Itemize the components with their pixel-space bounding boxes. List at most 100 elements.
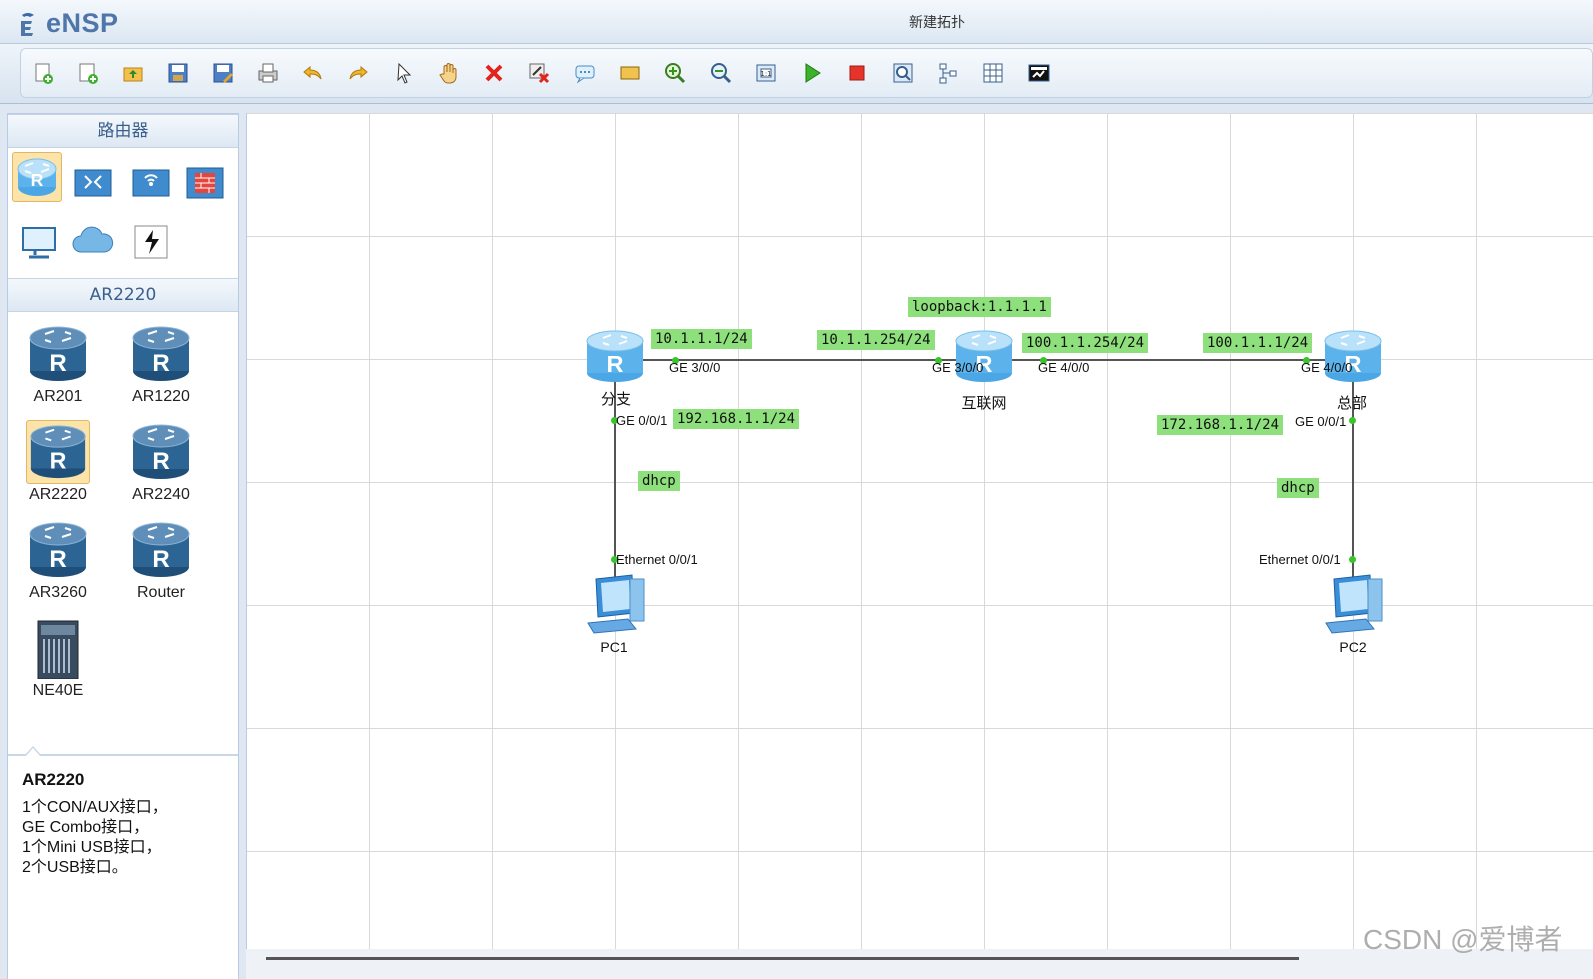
loopback-tag[interactable]: loopback:1.1.1.1 <box>908 297 1051 317</box>
pc-icon <box>1325 574 1383 634</box>
select-button[interactable] <box>390 59 418 87</box>
port-dot <box>1349 417 1356 424</box>
router-hq[interactable]: R <box>1322 328 1384 388</box>
device-item-router[interactable]: R Router <box>116 512 206 608</box>
console-icon <box>1028 64 1050 82</box>
node-label-hq: 总部 <box>1336 394 1368 412</box>
new-lab-button[interactable] <box>74 59 102 87</box>
save-icon <box>168 63 188 83</box>
comment-icon <box>575 65 595 84</box>
device-icon-box: R <box>129 322 193 386</box>
device-item-ne40e[interactable]: NE40E <box>13 610 103 706</box>
pc2[interactable] <box>1320 573 1386 641</box>
open-button[interactable] <box>119 59 147 87</box>
wireless-category-button[interactable] <box>126 156 176 206</box>
device-label: AR1220 <box>132 388 190 405</box>
delete-link-button[interactable] <box>525 59 553 87</box>
wireless-category-icon <box>132 169 170 197</box>
grid-button[interactable] <box>979 59 1007 87</box>
device-info-panel: AR2220 1个CON/AUX接口， GE Combo接口， 1个Mini U… <box>8 746 238 979</box>
device-item-ar1220[interactable]: R AR1220 <box>116 316 206 412</box>
switch-category-icon <box>74 169 112 197</box>
save-as-button[interactable] <box>209 59 237 87</box>
pc1[interactable] <box>582 573 648 641</box>
pan-button[interactable] <box>435 59 463 87</box>
device-label: AR2220 <box>29 486 87 503</box>
zoom-out-button[interactable] <box>707 59 735 87</box>
start-devices-button[interactable] <box>798 59 826 87</box>
scrollbar-thumb[interactable] <box>266 957 1299 960</box>
console-button[interactable] <box>1025 59 1053 87</box>
delete-link-icon <box>529 63 550 84</box>
device-label: AR2240 <box>132 486 190 503</box>
device-item-ar2240[interactable]: R AR2240 <box>116 414 206 510</box>
topology-canvas[interactable]: R R R 分支 互联网 总部 PC1 PC2 loopback:1.1.1.1… <box>246 113 1593 949</box>
cable-category-button[interactable] <box>126 216 176 266</box>
pc-category-icon <box>22 227 56 259</box>
save-button[interactable] <box>164 59 192 87</box>
device-icon-box: R <box>26 322 90 386</box>
router-icon: R <box>132 522 190 577</box>
firewall-category-button[interactable] <box>180 156 230 206</box>
device-item-ar201[interactable]: R AR201 <box>13 316 103 412</box>
node-label-branch: 分支 <box>600 390 632 408</box>
device-label: AR3260 <box>29 584 87 601</box>
undo-button[interactable] <box>299 59 327 87</box>
port-label-hq-ge001: GE 0/0/1 <box>1295 414 1347 429</box>
dhcp-tag-left[interactable]: dhcp <box>638 471 680 491</box>
ensp-window: eNSP 新建拓扑 1:1 路由器 R AR2220 R AR201 R AR1… <box>0 0 1593 979</box>
stop-icon <box>849 65 865 81</box>
ensp-logo-icon <box>18 11 42 37</box>
print-button[interactable] <box>254 59 282 87</box>
device-icon-box: R <box>26 518 90 582</box>
device-item-ar3260[interactable]: R AR3260 <box>13 512 103 608</box>
delete-button[interactable] <box>480 59 508 87</box>
svg-text:R: R <box>607 351 624 377</box>
port-label-pc1-eth: Ethernet 0/0/1 <box>616 552 698 567</box>
area-button[interactable] <box>616 59 644 87</box>
capture-button[interactable] <box>889 59 917 87</box>
device-item-ar2220[interactable]: R AR2220 <box>13 414 103 510</box>
info-pointer-icon <box>24 746 42 756</box>
undo-icon <box>303 65 322 80</box>
pc-icon <box>587 574 645 634</box>
router-branch[interactable]: R <box>584 328 646 388</box>
ip-tag-hq-ge400[interactable]: 100.1.1.1/24 <box>1203 333 1313 353</box>
ip-tag-branch-ge300[interactable]: 10.1.1.1/24 <box>651 329 752 349</box>
watermark: CSDN @爱博者 <box>1363 924 1563 955</box>
cloud-category-button[interactable] <box>68 216 118 266</box>
ip-tag-internet-ge300[interactable]: 10.1.1.254/24 <box>817 330 935 350</box>
port-label-internet-ge400: GE 4/0/0 <box>1038 360 1090 375</box>
node-label-internet: 互联网 <box>961 394 1007 412</box>
pc-category-button[interactable] <box>14 216 64 266</box>
app-logo: eNSP <box>18 8 119 39</box>
toolbar-strip: 1:1 <box>20 48 1593 98</box>
router-category-button[interactable]: R <box>12 152 62 202</box>
ip-tag-internet-ge400[interactable]: 100.1.1.254/24 <box>1022 333 1149 353</box>
info-line: 1个CON/AUX接口， <box>22 799 168 816</box>
fit-view-button[interactable]: 1:1 <box>752 59 780 87</box>
stop-devices-button[interactable] <box>843 59 871 87</box>
router-icon: R <box>1324 330 1382 382</box>
router-icon: R <box>955 330 1013 382</box>
zoom-in-icon <box>665 63 686 84</box>
dhcp-tag-right[interactable]: dhcp <box>1277 478 1319 498</box>
router-icon: R <box>30 425 86 479</box>
new-file-icon <box>35 63 53 84</box>
hand-icon <box>439 63 457 84</box>
device-icon-box: R <box>26 420 90 484</box>
chassis-icon <box>37 620 79 679</box>
port-label-branch-ge300: GE 3/0/0 <box>669 360 721 375</box>
node-label-pc1: PC1 <box>600 639 628 655</box>
redo-button[interactable] <box>344 59 372 87</box>
new-topology-button[interactable] <box>29 59 57 87</box>
device-icon-box <box>26 616 90 680</box>
switch-category-button[interactable] <box>68 156 118 206</box>
svg-text:R: R <box>152 546 169 573</box>
text-note-button[interactable] <box>571 59 599 87</box>
ip-tag-hq-ge001[interactable]: 172.168.1.1/24 <box>1157 415 1284 435</box>
router-internet[interactable]: R <box>953 328 1015 388</box>
ip-tag-branch-ge001[interactable]: 192.168.1.1/24 <box>673 409 800 429</box>
topology-button[interactable] <box>934 59 962 87</box>
zoom-in-button[interactable] <box>661 59 689 87</box>
